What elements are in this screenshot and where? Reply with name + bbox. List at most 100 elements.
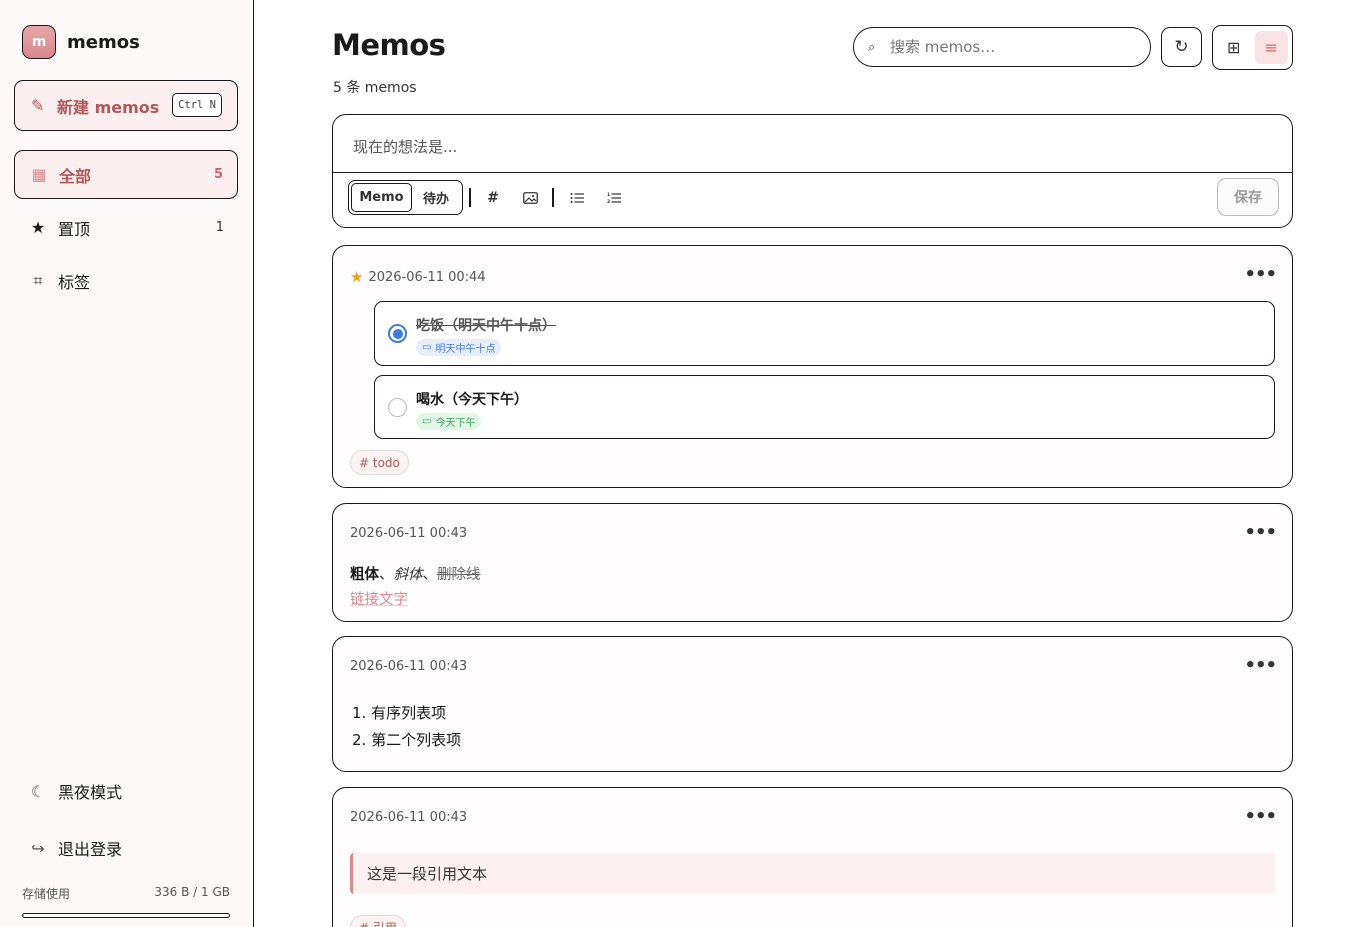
storage-bar: [22, 913, 230, 918]
todo-item: 喝水（今天下午） ▭ 今天下午: [374, 375, 1275, 439]
todo-title: 喝水（今天下午）: [416, 392, 528, 408]
list-view-button[interactable]: ≡: [1254, 31, 1288, 64]
memo-content: 粗体、斜体、删除线 链接文字: [350, 563, 481, 613]
refresh-button[interactable]: ↻: [1161, 27, 1202, 67]
memo-timestamp: ★ 2026-06-11 00:44: [350, 268, 486, 286]
ordered-list-icon: 12: [607, 192, 621, 204]
sidebar-item-tags[interactable]: ⌗ 标签: [14, 256, 238, 305]
memo-timestamp: 2026-06-11 00:43: [350, 810, 467, 825]
grid-view-icon: ⊞: [1227, 38, 1241, 57]
todo-title: 吃饭（明天中午十点）: [416, 318, 556, 334]
separator-text: 、: [379, 567, 394, 583]
more-options-button[interactable]: •••: [1244, 655, 1277, 676]
sidebar-item-label: 标签: [58, 272, 91, 292]
memo-tag[interactable]: # 引用: [350, 915, 406, 927]
todo-checkbox[interactable]: [388, 398, 407, 417]
tag-insert-button[interactable]: #: [481, 187, 505, 209]
grid-icon: ▦: [31, 165, 47, 184]
pencil-icon: ✎: [31, 96, 45, 115]
memo-card: 2026-06-11 00:43 ••• 粗体、斜体、删除线 链接文字: [332, 503, 1293, 622]
memo-timestamp-text: 2026-06-11 00:44: [368, 269, 486, 285]
svg-text:2: 2: [607, 199, 610, 204]
moon-icon: ☾: [30, 781, 46, 801]
memo-timestamp-text: 2026-06-11 00:43: [350, 526, 468, 541]
separator-text: 、: [422, 567, 438, 583]
new-memo-label: 新建 memos: [57, 97, 160, 117]
image-insert-button[interactable]: [518, 187, 542, 209]
storage-label: 存储使用: [22, 887, 71, 901]
brand-logo: m: [22, 25, 56, 59]
todo-item: 吃饭（明天中午十点） ▭ 明天中午十点: [374, 301, 1275, 366]
memo-input[interactable]: [333, 115, 1292, 172]
toolbar-divider: [469, 188, 471, 207]
refresh-icon: ↻: [1174, 37, 1189, 57]
list-item: 1. 有序列表项: [352, 704, 447, 722]
storage-bar-fill: [23, 914, 25, 917]
editor-divider: [333, 172, 1292, 173]
storage-value: 336 B / 1 GB: [154, 885, 230, 899]
dark-mode-label: 黑夜模式: [58, 783, 123, 802]
bullet-list-icon: [570, 193, 584, 203]
ordered-list: 1. 有序列表项 2. 第二个列表项: [352, 700, 461, 754]
memo-link[interactable]: 链接文字: [350, 592, 408, 608]
logout-label: 退出登录: [58, 840, 123, 859]
todo-checkbox[interactable]: [388, 324, 407, 343]
more-options-button[interactable]: •••: [1244, 522, 1277, 543]
sidebar-item-count: 1: [215, 220, 224, 235]
shortcut-hint: Ctrl N: [172, 93, 222, 117]
new-memo-button[interactable]: ✎ 新建 memos Ctrl N: [14, 80, 238, 131]
dark-mode-toggle[interactable]: ☾ 黑夜模式: [14, 769, 238, 813]
search-input[interactable]: [890, 38, 1130, 56]
bullet-list-button[interactable]: [565, 187, 589, 209]
toolbar-divider: [552, 188, 554, 207]
calendar-icon: ▭: [422, 342, 432, 353]
star-icon: ★: [30, 218, 46, 237]
grid-view-button[interactable]: ⊞: [1217, 31, 1251, 64]
sidebar-item-count: 5: [213, 167, 223, 182]
hash-icon: ⌗: [33, 270, 43, 290]
italic-text: 斜体: [393, 567, 423, 583]
memo-tag[interactable]: # todo: [350, 450, 409, 475]
mode-switch: Memo 待办: [348, 180, 463, 215]
logout-button[interactable]: ↪ 退出登录: [14, 826, 238, 870]
memo-count: 5 条 memos: [333, 80, 417, 96]
memo-card: 2026-06-11 00:43 ••• 这是一段引用文本 # 引用: [332, 787, 1293, 927]
memo-timestamp: 2026-06-11 00:43: [350, 659, 467, 674]
svg-text:1: 1: [607, 192, 610, 198]
sidebar: m memos ✎ 新建 memos Ctrl N ▦ 全部 5 ★ 置顶 1 …: [0, 0, 254, 927]
save-button[interactable]: 保存: [1217, 178, 1279, 216]
due-date-badge: ▭ 明天中午十点: [416, 339, 502, 356]
memo-editor: Memo 待办 # 12 保存: [332, 114, 1293, 228]
due-date-badge: ▭ 今天下午: [416, 413, 482, 430]
storage-usage: 存储使用 336 B / 1 GB: [22, 885, 230, 918]
sidebar-item-label: 全部: [59, 166, 92, 186]
bold-text: 粗体: [350, 567, 379, 583]
brand[interactable]: m memos: [22, 25, 140, 59]
sidebar-item-label: 置顶: [58, 219, 91, 239]
mode-memo-button[interactable]: Memo: [351, 183, 412, 212]
page-title: Memos: [332, 28, 446, 62]
memo-card: ★ 2026-06-11 00:44 ••• 吃饭（明天中午十点） ▭ 明天中午…: [332, 245, 1293, 488]
ordered-list-button[interactable]: 12: [602, 187, 626, 209]
mode-todo-button[interactable]: 待办: [412, 183, 460, 212]
more-options-button[interactable]: •••: [1244, 264, 1277, 285]
search-box[interactable]: ⌕: [853, 27, 1151, 67]
more-options-button[interactable]: •••: [1244, 806, 1277, 827]
blockquote: 这是一段引用文本: [350, 853, 1275, 894]
memo-timestamp: 2026-06-11 00:43: [350, 526, 467, 541]
sidebar-item-all[interactable]: ▦ 全部 5: [14, 150, 238, 199]
pin-star-icon: ★: [350, 268, 364, 286]
memo-timestamp-text: 2026-06-11 00:43: [350, 659, 468, 674]
brand-name: memos: [67, 31, 140, 53]
due-date-text: 今天下午: [435, 418, 476, 429]
view-toggle: ⊞ ≡: [1212, 25, 1293, 70]
logout-icon: ↪: [31, 838, 45, 858]
sidebar-item-pinned[interactable]: ★ 置顶 1: [14, 203, 238, 252]
hash-icon: #: [487, 190, 499, 206]
image-icon: [522, 192, 538, 204]
calendar-icon: ▭: [422, 416, 432, 427]
list-item: 2. 第二个列表项: [352, 731, 462, 749]
due-date-text: 明天中午十点: [435, 344, 496, 355]
memo-timestamp-text: 2026-06-11 00:43: [350, 810, 468, 825]
memo-card: 2026-06-11 00:43 ••• 1. 有序列表项 2. 第二个列表项: [332, 636, 1293, 772]
